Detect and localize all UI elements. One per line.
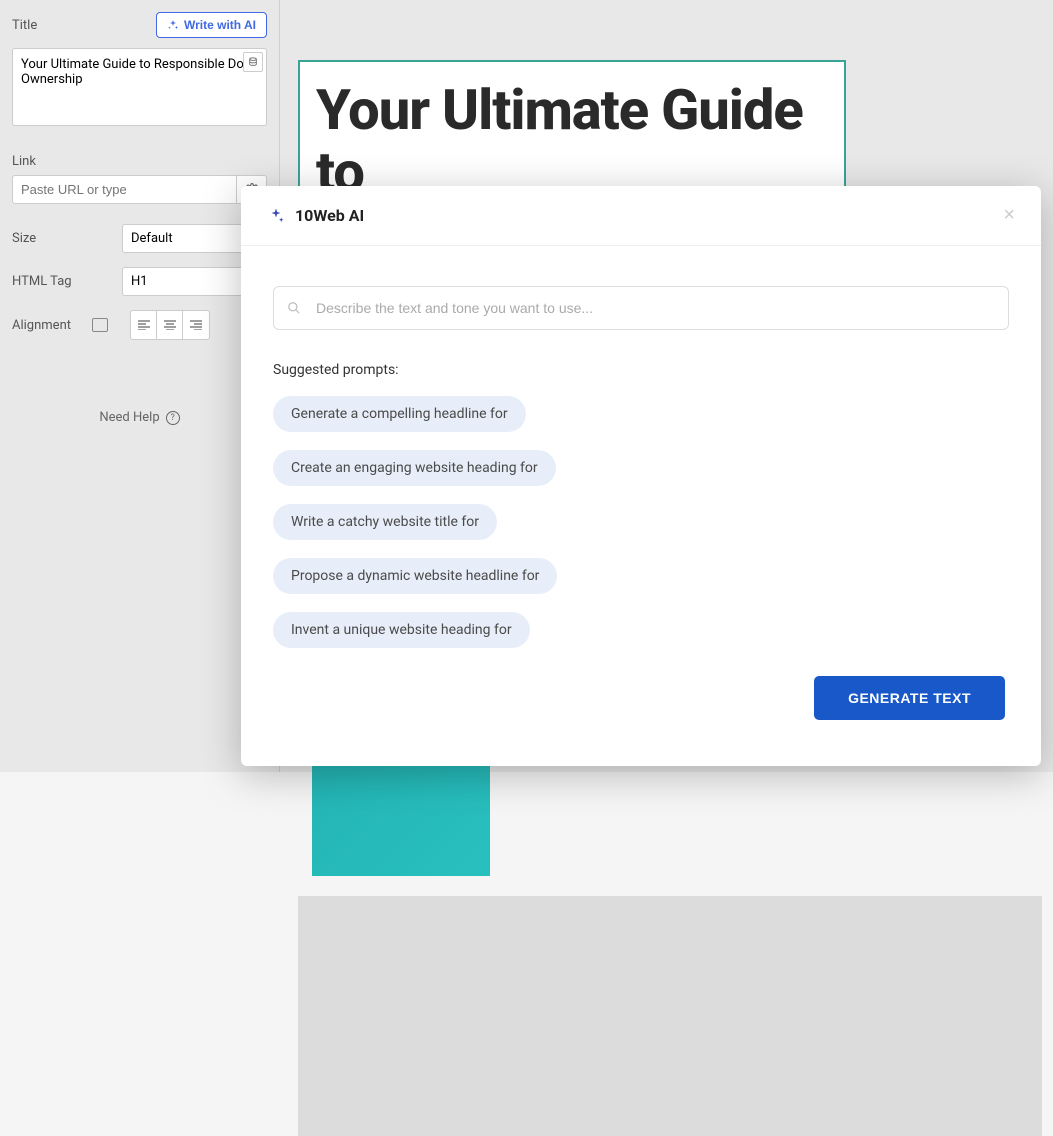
headline-text: Your Ultimate Guide to [316,80,828,203]
size-field: Size Default [12,224,267,253]
link-field: Link [12,150,267,204]
align-right-icon [190,320,202,330]
search-icon [287,301,301,315]
align-left-button[interactable] [131,311,157,339]
help-icon: ? [166,411,180,425]
need-help-label: Need Help [99,410,159,425]
write-with-ai-button[interactable]: Write with AI [156,12,267,38]
prompt-input-wrap [273,286,1009,330]
alignment-field: Alignment [12,310,267,340]
title-textarea[interactable] [12,48,267,126]
title-label: Title [12,18,37,33]
align-left-icon [138,320,150,330]
need-help-link[interactable]: Need Help ? [12,410,267,425]
database-icon [248,57,258,67]
prompt-input[interactable] [273,286,1009,330]
align-right-button[interactable] [183,311,209,339]
link-label: Link [12,154,36,169]
close-icon: × [1003,204,1015,226]
suggested-prompts-list: Generate a compelling headline for Creat… [273,396,1009,648]
alignment-buttons [130,310,210,340]
suggested-prompts-label: Suggested prompts: [273,362,1009,378]
modal-header: 10Web AI × [241,186,1041,246]
generate-text-button[interactable]: GENERATE TEXT [814,676,1005,720]
prompt-chip[interactable]: Create an engaging website heading for [273,450,556,486]
sparkle-icon [267,207,285,225]
desktop-icon[interactable] [92,318,108,332]
sparkle-icon [167,19,179,31]
prompt-chip[interactable]: Invent a unique website heading for [273,612,530,648]
lower-section [298,896,1042,1136]
modal-title: 10Web AI [295,206,364,225]
dynamic-tags-button[interactable] [243,52,263,72]
prompt-chip[interactable]: Write a catchy website title for [273,504,497,540]
write-with-ai-label: Write with AI [184,18,256,32]
link-input[interactable] [12,175,237,204]
close-button[interactable]: × [1003,204,1015,227]
alignment-label: Alignment [12,318,92,333]
prompt-chip[interactable]: Generate a compelling headline for [273,396,526,432]
prompt-chip[interactable]: Propose a dynamic website headline for [273,558,557,594]
align-center-button[interactable] [157,311,183,339]
align-center-icon [164,320,176,330]
title-field-row: Title Write with AI [12,12,267,38]
size-label: Size [12,231,122,246]
ai-modal: 10Web AI × Suggested prompts: Generate a… [241,186,1041,766]
title-textarea-wrap [12,48,267,130]
editor-sidebar: Title Write with AI Link Size Default HT… [0,0,280,772]
html-tag-label: HTML Tag [12,274,122,289]
html-tag-field: HTML Tag H1 [12,267,267,296]
